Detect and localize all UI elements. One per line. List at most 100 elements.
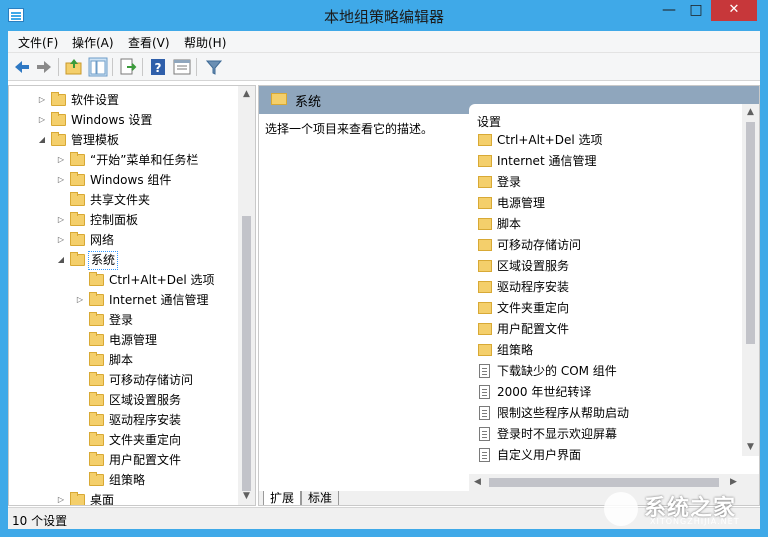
export-list-icon[interactable] — [118, 57, 138, 77]
forward-arrow-icon[interactable] — [34, 57, 54, 77]
tree-item-admin-templates[interactable]: ◢ 管理模板 — [37, 130, 237, 150]
filter-icon[interactable] — [204, 57, 224, 77]
list-item-label: 下载缺少的 COM 组件 — [497, 364, 617, 378]
folder-icon — [89, 372, 104, 386]
expand-arrow-icon[interactable]: ▷ — [56, 230, 66, 250]
expand-arrow-icon[interactable]: ▷ — [75, 290, 85, 310]
folder-icon — [70, 232, 85, 246]
tree-vertical-scrollbar[interactable]: ▲ ▼ — [238, 86, 255, 505]
collapse-arrow-icon[interactable]: ◢ — [56, 250, 66, 270]
menu-help[interactable]: 帮助(H) — [184, 34, 226, 51]
tree-item-ctrl-alt-del[interactable]: Ctrl+Alt+Del 选项 — [75, 270, 245, 290]
tree-item-logon[interactable]: 登录 — [75, 310, 245, 330]
expand-arrow-icon[interactable]: ▷ — [56, 490, 66, 505]
details-title: 系统 — [295, 95, 322, 110]
description-panel: 选择一个项目来查看它的描述。 — [259, 114, 469, 474]
tree-item-internet-comm[interactable]: ▷ Internet 通信管理 — [75, 290, 245, 310]
tree-item-system[interactable]: ◢ 系统 — [56, 250, 246, 270]
tree-item-folder-redirection[interactable]: 文件夹重定向 — [75, 430, 245, 450]
toolbar-divider — [196, 58, 197, 76]
folder-icon — [89, 292, 104, 306]
scrollbar-thumb[interactable] — [242, 216, 251, 491]
menu-bar: 文件(F) 操作(A) 查看(V) 帮助(H) — [8, 31, 760, 53]
maximize-button[interactable]: □ — [683, 0, 709, 21]
tab-standard[interactable]: 标准 — [301, 491, 340, 505]
folder-icon — [89, 392, 104, 406]
folder-icon — [89, 432, 104, 446]
tree-item-control-panel[interactable]: ▷ 控制面板 — [56, 210, 246, 230]
tree-item-windows-components[interactable]: ▷ Windows 组件 — [56, 170, 246, 190]
back-arrow-icon[interactable] — [12, 57, 32, 77]
tab-extended[interactable]: 扩展 — [263, 491, 302, 505]
tree-item-locale-services[interactable]: 区域设置服务 — [75, 390, 245, 410]
policy-setting-icon — [479, 385, 490, 399]
site-watermark: 系统之家 XITONGZHIJIA.NET — [600, 488, 768, 532]
expand-arrow-icon[interactable]: ▷ — [56, 150, 66, 170]
expand-arrow-icon[interactable]: ▷ — [37, 90, 47, 110]
tree-item-label: 区域设置服务 — [109, 393, 182, 407]
folder-icon — [478, 197, 492, 209]
folder-icon — [70, 212, 85, 226]
list-vertical-scrollbar[interactable]: ▲ ▼ — [742, 104, 759, 456]
settings-list[interactable]: 设置 Ctrl+Alt+Del 选项 Internet 通信管理 登录 电源管理… — [469, 104, 759, 474]
scroll-up-icon[interactable]: ▲ — [238, 86, 255, 103]
folder-icon — [478, 323, 492, 335]
scroll-left-icon[interactable]: ◀ — [469, 474, 486, 491]
close-button[interactable]: ✕ — [711, 0, 757, 21]
svg-text:?: ? — [155, 61, 162, 75]
folder-icon — [478, 302, 492, 314]
expand-arrow-icon[interactable]: ▷ — [56, 210, 66, 230]
tree-item-label: Windows 设置 — [71, 113, 153, 127]
client-area: 文件(F) 操作(A) 查看(V) 帮助(H) ? ▷ 软件设置 ▷ Windo… — [8, 31, 760, 529]
app-window: 本地组策略编辑器 — □ ✕ 文件(F) 操作(A) 查看(V) 帮助(H) ? — [0, 0, 768, 537]
minimize-button[interactable]: — — [656, 0, 682, 21]
folder-icon — [478, 155, 492, 167]
scrollbar-thumb[interactable] — [489, 478, 719, 487]
tree-item-user-profiles[interactable]: 用户配置文件 — [75, 450, 245, 470]
tree-item-scripts[interactable]: 脚本 — [75, 350, 245, 370]
toolbar-divider — [142, 58, 143, 76]
folder-icon — [89, 452, 104, 466]
up-folder-icon[interactable] — [64, 57, 84, 77]
scroll-down-icon[interactable]: ▼ — [238, 488, 255, 505]
list-item-label: 登录时不显示欢迎屏幕 — [497, 427, 618, 441]
list-item-label: 电源管理 — [497, 196, 546, 210]
description-text: 选择一个项目来查看它的描述。 — [265, 122, 434, 136]
tree-pane[interactable]: ▷ 软件设置 ▷ Windows 设置 ◢ 管理模板 ▷ “开始”菜单和任务栏 … — [8, 85, 256, 506]
tree-item-group-policy[interactable]: 组策略 — [75, 470, 245, 490]
menu-file[interactable]: 文件(F) — [18, 34, 58, 51]
tree-item-start-menu[interactable]: ▷ “开始”菜单和任务栏 — [56, 150, 246, 170]
scrollbar-thumb[interactable] — [746, 122, 755, 344]
tree-item-windows-settings[interactable]: ▷ Windows 设置 — [37, 110, 237, 130]
expand-arrow-icon[interactable]: ▷ — [56, 170, 66, 190]
tree-item-label: Ctrl+Alt+Del 选项 — [109, 273, 215, 287]
menu-view[interactable]: 查看(V) — [128, 34, 170, 51]
tree-item-label: 用户配置文件 — [109, 453, 182, 467]
folder-icon — [70, 252, 85, 266]
folder-icon — [70, 492, 85, 505]
expand-arrow-icon[interactable]: ▷ — [37, 110, 47, 130]
tree-item-driver-install[interactable]: 驱动程序安装 — [75, 410, 245, 430]
tree-item-software-settings[interactable]: ▷ 软件设置 — [37, 90, 237, 110]
tree-item-desktop[interactable]: ▷ 桌面 — [56, 490, 246, 505]
tree-item-label: “开始”菜单和任务栏 — [90, 153, 199, 167]
title-bar[interactable]: 本地组策略编辑器 — □ ✕ — [0, 0, 768, 31]
scroll-up-icon[interactable]: ▲ — [742, 104, 759, 121]
show-hide-tree-icon[interactable] — [88, 57, 108, 77]
properties-icon[interactable] — [172, 57, 192, 77]
tree-item-shared-folders[interactable]: 共享文件夹 — [56, 190, 246, 210]
policy-setting-icon — [479, 406, 490, 420]
list-item-label: Internet 通信管理 — [497, 154, 597, 168]
tree-item-power[interactable]: 电源管理 — [75, 330, 245, 350]
tree-item-label: 系统 — [88, 251, 119, 270]
tree-item-removable-storage[interactable]: 可移动存储访问 — [75, 370, 245, 390]
help-icon[interactable]: ? — [148, 57, 168, 77]
tree-item-label: 文件夹重定向 — [109, 433, 182, 447]
menu-action[interactable]: 操作(A) — [72, 34, 114, 51]
folder-icon — [51, 132, 66, 146]
folder-icon — [478, 218, 492, 230]
scroll-down-icon[interactable]: ▼ — [742, 439, 759, 456]
tree-item-network[interactable]: ▷ 网络 — [56, 230, 246, 250]
column-header-settings[interactable]: 设置 — [477, 113, 501, 130]
collapse-arrow-icon[interactable]: ◢ — [37, 130, 47, 150]
